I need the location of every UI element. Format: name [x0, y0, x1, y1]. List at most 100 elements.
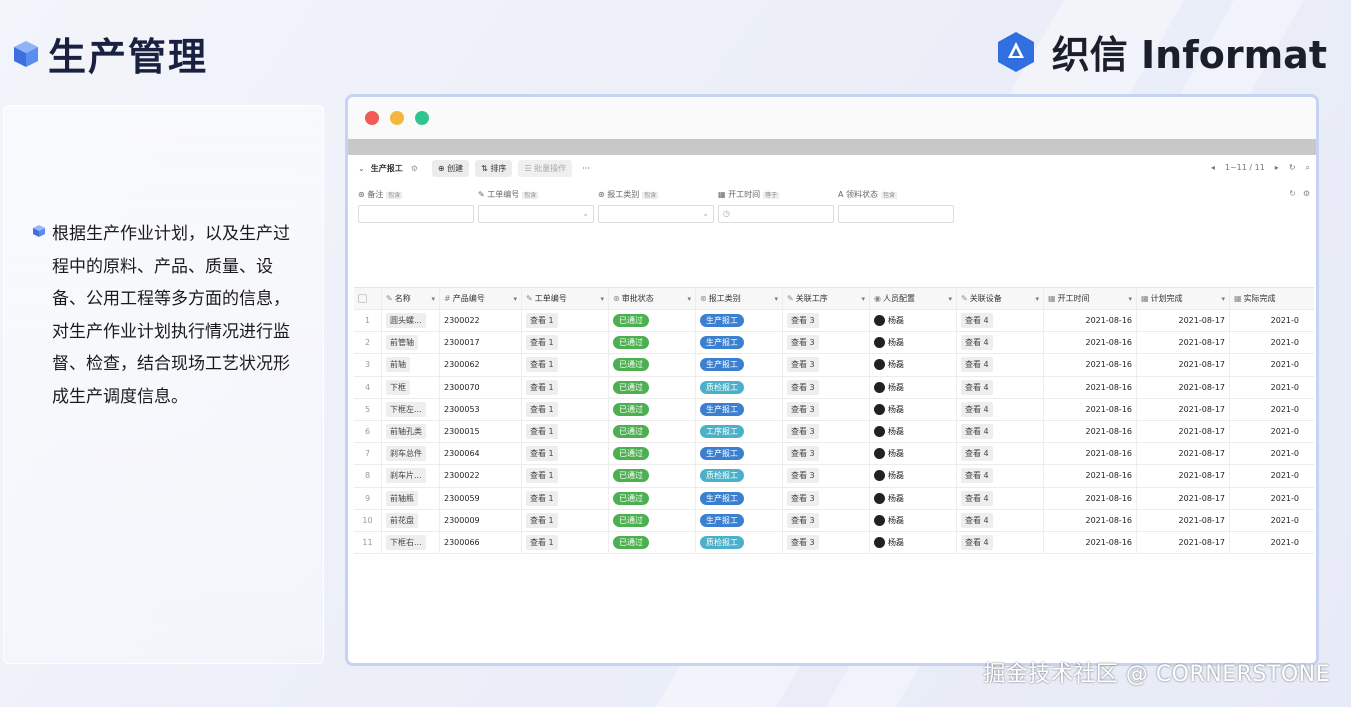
- col-header[interactable]: ✎ 关联工序 ▾: [783, 288, 870, 309]
- order-link[interactable]: 查看 1: [526, 335, 558, 351]
- device-link[interactable]: 查看 4: [961, 401, 993, 417]
- prev-page-icon[interactable]: ◂: [1211, 163, 1215, 173]
- table-row[interactable]: 3 前轴 2300062 查看 1 已通过 生产报工 查看 3 杨磊 查看 4 2021-08-1…: [354, 354, 1314, 377]
- name-chip[interactable]: 前管轴: [386, 335, 418, 351]
- name-chip[interactable]: 前轴瓶: [386, 490, 418, 506]
- col-header[interactable]: ◉ 人员配置 ▾: [870, 288, 957, 309]
- order-link[interactable]: 查看 1: [526, 490, 558, 506]
- col-header[interactable]: ⊛ 审批状态 ▾: [609, 288, 696, 309]
- table-row[interactable]: 7 刹车总件 2300064 查看 1 已通过 生产报工 查看 3 杨磊 查看 4 2021-08…: [354, 443, 1314, 466]
- device-link[interactable]: 查看 4: [961, 490, 993, 506]
- table-row[interactable]: 9 前轴瓶 2300059 查看 1 已通过 生产报工 查看 3 杨磊 查看 4 2021-08-…: [354, 487, 1314, 510]
- device-link[interactable]: 查看 4: [961, 335, 993, 351]
- col-header[interactable]: ⊛ 报工类别 ▾: [696, 288, 783, 309]
- next-page-icon[interactable]: ▸: [1275, 163, 1279, 173]
- table-row[interactable]: 11 下框右... 2300066 查看 1 已通过 质检报工 查看 3 杨磊 查看 4 2021…: [354, 531, 1314, 555]
- product-text: 2300015: [444, 427, 480, 437]
- device-link[interactable]: 查看 4: [961, 446, 993, 462]
- table-row[interactable]: 8 刹车片... 2300022 查看 1 已通过 质检报工 查看 3 杨磊 查看 4 2021-…: [354, 465, 1314, 488]
- row-number-text: 11: [362, 537, 373, 547]
- name-chip[interactable]: 刹车总件: [386, 446, 426, 462]
- view-name[interactable]: 生产报工: [371, 163, 403, 174]
- col-header[interactable]: ✎ 工单编号 ▾: [522, 288, 609, 309]
- process-link[interactable]: 查看 3: [787, 534, 819, 550]
- process-link[interactable]: 查看 3: [787, 490, 819, 506]
- filter-material-input[interactable]: [838, 205, 954, 223]
- process-link[interactable]: 查看 3: [787, 424, 819, 440]
- device-link[interactable]: 查看 4: [961, 379, 993, 395]
- create-button[interactable]: ⊕ 创建: [431, 159, 470, 177]
- filter-type-select[interactable]: ⌄: [598, 205, 714, 223]
- settings-icon[interactable]: ⚙: [411, 164, 418, 173]
- minimize-dot[interactable]: [390, 111, 404, 125]
- filter-start-text: 开工时间: [728, 190, 761, 199]
- filter-settings-icon[interactable]: ⚙: [1303, 189, 1310, 198]
- process-link[interactable]: 查看 3: [787, 335, 819, 351]
- type-badge: 质检报工: [700, 535, 744, 549]
- table-row[interactable]: 10 前花盘 2300009 查看 1 已通过 生产报工 查看 3 杨磊 查看 4 2021-08…: [354, 509, 1314, 532]
- table-row[interactable]: 6 前轴孔类 2300015 查看 1 已通过 工序报工 查看 3 杨磊 查看 4 2021-08…: [354, 420, 1314, 444]
- process-link[interactable]: 查看 3: [787, 468, 819, 484]
- table-row[interactable]: 2 前管轴 2300017 查看 1 已通过 生产报工 查看 3 杨磊 查看 4 2021-08-…: [354, 332, 1314, 355]
- table-row[interactable]: 1 圆头螺... 2300022 查看 1 已通过 生产报工 查看 3 杨磊 查看 4 2021-…: [354, 310, 1314, 333]
- process-link[interactable]: 查看 3: [787, 379, 819, 395]
- device-link[interactable]: 查看 4: [961, 357, 993, 373]
- name-chip[interactable]: 前花盘: [386, 512, 418, 528]
- collapse-icon[interactable]: ⌄: [358, 164, 365, 173]
- name-chip[interactable]: 前轴: [386, 357, 410, 373]
- close-dot[interactable]: [365, 111, 379, 125]
- device-link[interactable]: 查看 4: [961, 424, 993, 440]
- table-row[interactable]: 4 下框 2300070 查看 1 已通过 质检报工 查看 3 杨磊 查看 4 2021-08-1…: [354, 376, 1314, 399]
- order-link[interactable]: 查看 1: [526, 512, 558, 528]
- filter-order-select[interactable]: ⌄: [478, 205, 594, 223]
- filter-refresh-icon[interactable]: ↻: [1289, 189, 1296, 198]
- device-link[interactable]: 查看 4: [961, 468, 993, 484]
- col-header[interactable]: ▦ 开工时间 ▾: [1044, 288, 1137, 309]
- filter-start-date[interactable]: ◷: [718, 205, 834, 223]
- order-link[interactable]: 查看 1: [526, 534, 558, 550]
- refresh-icon[interactable]: ↻: [1289, 163, 1296, 173]
- order-link[interactable]: 查看 1: [526, 446, 558, 462]
- batch-button[interactable]: ☰ 批量操作: [518, 159, 573, 177]
- start-date: 2021-08-16: [1085, 316, 1133, 326]
- col-header[interactable]: ✎ 名称 ▾: [382, 288, 440, 309]
- header-checkbox[interactable]: [354, 288, 382, 309]
- type-cell: 生产报工: [696, 354, 783, 376]
- name-chip[interactable]: 圆头螺...: [386, 313, 426, 329]
- col-header-label: 关联工序: [795, 294, 828, 303]
- maximize-dot[interactable]: [415, 111, 429, 125]
- name-chip[interactable]: 下框: [386, 379, 410, 395]
- actual-cell: 2021-0: [1230, 377, 1303, 398]
- device-link[interactable]: 查看 4: [961, 512, 993, 528]
- order-link[interactable]: 查看 1: [526, 357, 558, 373]
- order-link[interactable]: 查看 1: [526, 468, 558, 484]
- name-chip[interactable]: 下框右...: [386, 534, 426, 550]
- order-link[interactable]: 查看 1: [526, 313, 558, 329]
- batch-label: 批量操作: [534, 163, 567, 173]
- order-cell: 查看 1: [522, 376, 609, 398]
- process-link[interactable]: 查看 3: [787, 446, 819, 462]
- col-header[interactable]: ▦ 实际完成: [1230, 288, 1303, 309]
- col-header[interactable]: ✎ 关联设备 ▾: [957, 288, 1044, 309]
- order-link[interactable]: 查看 1: [526, 401, 558, 417]
- process-cell: 查看 3: [783, 531, 870, 554]
- name-chip[interactable]: 前轴孔类: [386, 424, 426, 440]
- search-icon[interactable]: ⌕: [1306, 163, 1310, 173]
- device-link[interactable]: 查看 4: [961, 534, 993, 550]
- order-cell: 查看 1: [522, 487, 609, 509]
- order-link[interactable]: 查看 1: [526, 424, 558, 440]
- process-link[interactable]: 查看 3: [787, 313, 819, 329]
- name-chip[interactable]: 下框左...: [386, 401, 426, 417]
- col-header[interactable]: ▦ 计划完成 ▾: [1137, 288, 1230, 309]
- col-header[interactable]: # 产品编号 ▾: [440, 288, 522, 309]
- process-link[interactable]: 查看 3: [787, 357, 819, 373]
- name-chip[interactable]: 刹车片...: [386, 468, 426, 484]
- order-link[interactable]: 查看 1: [526, 379, 558, 395]
- table-row[interactable]: 5 下框左... 2300053 查看 1 已通过 生产报工 查看 3 杨磊 查看 4 2021-…: [354, 398, 1314, 421]
- more-button[interactable]: ···: [582, 164, 590, 173]
- filter-remark-input[interactable]: [358, 205, 474, 223]
- process-link[interactable]: 查看 3: [787, 401, 819, 417]
- sort-button[interactable]: ⇅ 排序: [475, 159, 513, 177]
- process-link[interactable]: 查看 3: [787, 512, 819, 528]
- device-link[interactable]: 查看 4: [961, 313, 993, 329]
